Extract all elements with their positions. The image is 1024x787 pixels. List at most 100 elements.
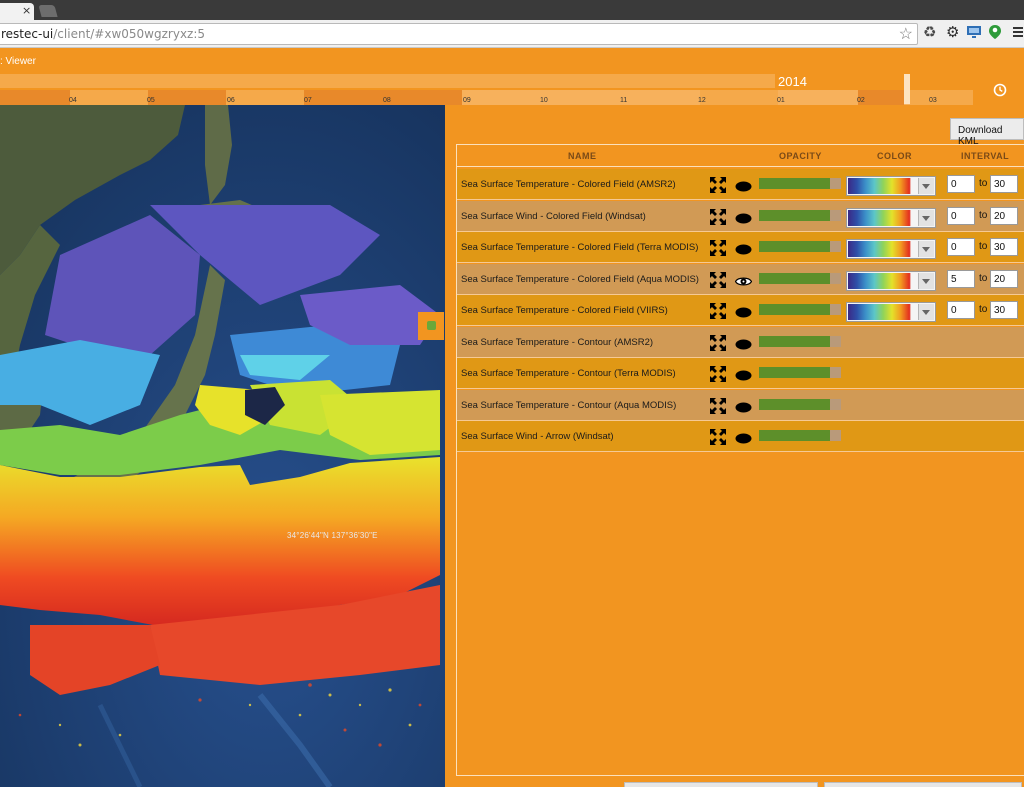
interval-separator: to — [979, 241, 988, 252]
visibility-off-icon[interactable] — [735, 242, 752, 255]
timeline-segment — [910, 90, 973, 105]
menu-icon[interactable] — [1013, 24, 1023, 43]
map-pin-icon[interactable] — [988, 24, 1002, 45]
recycle-icon[interactable]: ♻ — [923, 24, 936, 42]
opacity-slider[interactable] — [759, 272, 841, 284]
opacity-fill — [759, 335, 830, 347]
zoom-to-layer-icon[interactable] — [709, 271, 727, 289]
layer-name: Sea Surface Temperature - Colored Field … — [461, 273, 699, 285]
chevron-down-icon[interactable] — [918, 272, 934, 289]
opacity-fill — [759, 398, 830, 410]
zoom-to-layer-icon[interactable] — [709, 239, 727, 257]
address-bar[interactable]: restec-ui/client/#xw050wgzryxz:5 ☆ — [0, 23, 918, 45]
visibility-off-icon[interactable] — [735, 337, 752, 349]
column-header-color: COLOR — [877, 151, 912, 161]
visibility-on-icon[interactable] — [734, 274, 753, 285]
layer-row[interactable]: Sea Surface Temperature - Colored Field … — [457, 169, 1024, 200]
colormap-select[interactable] — [846, 239, 936, 259]
layer-name: Sea Surface Wind - Colored Field (Windsa… — [461, 210, 646, 222]
timeline-month-label: 10 — [540, 97, 548, 104]
new-tab-button[interactable] — [38, 5, 58, 17]
timeline-month-label: 09 — [463, 97, 471, 104]
opacity-fill — [759, 241, 830, 252]
tab-close-icon[interactable]: × — [22, 4, 31, 17]
visibility-off-icon[interactable] — [735, 400, 752, 412]
bottom-tab[interactable] — [624, 782, 818, 787]
layer-row[interactable]: Sea Surface Temperature - Colored Field … — [457, 263, 1024, 295]
layer-row[interactable]: Sea Surface Temperature - Contour (Aqua … — [457, 389, 1024, 421]
layer-row[interactable]: Sea Surface Temperature - Colored Field … — [457, 232, 1024, 263]
opacity-slider[interactable] — [759, 367, 841, 378]
opacity-slider[interactable] — [759, 398, 841, 410]
zoom-to-layer-icon[interactable] — [709, 334, 727, 352]
colormap-select[interactable] — [846, 176, 936, 196]
opacity-fill — [759, 209, 830, 221]
zoom-to-layer-icon[interactable] — [709, 428, 727, 446]
browser-tab[interactable]: × — [0, 3, 34, 20]
layer-row[interactable]: Sea Surface Temperature - Colored Field … — [457, 295, 1024, 326]
opacity-slider[interactable] — [759, 430, 841, 441]
layer-row[interactable]: Sea Surface Wind - Arrow (Windsat) — [457, 421, 1024, 452]
interval-max-input[interactable]: 20 — [990, 269, 1018, 288]
interval-min-input[interactable]: 0 — [947, 175, 975, 193]
bottom-tab[interactable] — [824, 782, 1022, 787]
opacity-slider[interactable] — [759, 304, 841, 315]
zoom-to-layer-icon[interactable] — [709, 365, 727, 383]
layer-name: Sea Surface Temperature - Contour (Terra… — [461, 368, 676, 379]
opacity-slider[interactable] — [759, 209, 841, 221]
visibility-off-icon[interactable] — [735, 211, 752, 223]
interval-min-input[interactable]: 5 — [947, 269, 975, 288]
interval-max-input[interactable]: 30 — [990, 301, 1018, 319]
app-title: : Viewer — [0, 56, 36, 67]
map-view[interactable]: 34°26'44"N 137°36'30"E — [0, 105, 445, 787]
interval-separator: to — [979, 272, 988, 284]
interval-max-input[interactable]: 20 — [990, 206, 1018, 225]
map-coordinates: 34°26'44"N 137°36'30"E — [287, 531, 378, 540]
timeline-segment — [304, 90, 382, 105]
satellite-map — [0, 105, 445, 787]
interval-min-input[interactable]: 0 — [947, 238, 975, 256]
interval-min-input[interactable]: 0 — [947, 301, 975, 319]
layer-name: Sea Surface Temperature - Contour (Aqua … — [461, 399, 677, 411]
colormap-select[interactable] — [846, 207, 936, 228]
opacity-fill — [759, 304, 830, 315]
map-layer-toggle[interactable] — [418, 312, 444, 340]
visibility-off-icon[interactable] — [735, 305, 752, 318]
layer-row[interactable]: Sea Surface Temperature - Contour (AMSR2… — [457, 326, 1024, 358]
clock-icon[interactable] — [993, 83, 1007, 97]
visibility-off-icon[interactable] — [735, 431, 752, 444]
chevron-down-icon[interactable] — [918, 241, 934, 257]
colormap-swatch — [848, 272, 918, 289]
layer-row[interactable]: Sea Surface Temperature - Contour (Terra… — [457, 358, 1024, 389]
visibility-off-icon[interactable] — [735, 368, 752, 381]
column-header-opacity: OPACITY — [779, 151, 822, 161]
bookmark-star-icon[interactable]: ☆ — [899, 24, 913, 44]
interval-max-input[interactable]: 30 — [990, 238, 1018, 256]
chevron-down-icon[interactable] — [918, 178, 934, 194]
opacity-slider[interactable] — [759, 178, 841, 189]
chevron-down-icon[interactable] — [918, 304, 934, 320]
timeline-handle[interactable] — [904, 74, 910, 104]
chevron-down-icon[interactable] — [918, 209, 934, 226]
opacity-slider[interactable] — [759, 241, 841, 252]
zoom-to-layer-icon[interactable] — [709, 302, 727, 320]
download-kml-button[interactable]: Download KML — [950, 118, 1024, 147]
colormap-swatch — [848, 209, 918, 226]
timeline-range-band[interactable] — [0, 74, 775, 88]
colormap-select[interactable] — [846, 270, 936, 291]
gear-icon[interactable]: ⚙ — [946, 24, 959, 42]
zoom-to-layer-icon[interactable] — [709, 176, 727, 194]
layer-row[interactable]: Sea Surface Wind - Colored Field (Windsa… — [457, 200, 1024, 232]
interval-max-input[interactable]: 30 — [990, 175, 1018, 193]
visibility-off-icon[interactable] — [735, 179, 752, 192]
opacity-slider[interactable] — [759, 335, 841, 347]
zoom-to-layer-icon[interactable] — [709, 397, 727, 415]
url-path: /client/#xw050wgzryxz:5 — [53, 27, 206, 41]
interval-separator: to — [979, 304, 988, 315]
interval-min-input[interactable]: 0 — [947, 206, 975, 225]
timeline-segment — [700, 90, 778, 105]
opacity-fill — [759, 430, 830, 441]
zoom-to-layer-icon[interactable] — [709, 208, 727, 226]
screen-icon[interactable] — [966, 24, 982, 45]
colormap-select[interactable] — [846, 302, 936, 322]
